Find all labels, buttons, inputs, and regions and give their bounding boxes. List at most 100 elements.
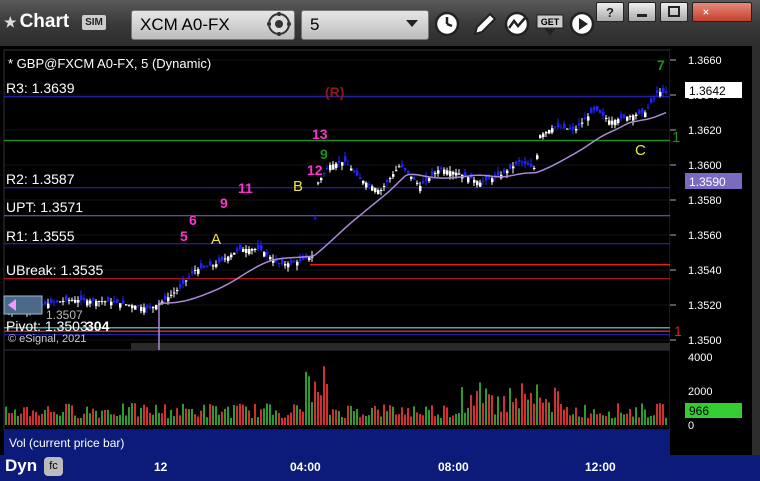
price-bar-body <box>308 257 311 261</box>
price-bar-body <box>152 306 155 309</box>
price-bar-body <box>491 178 494 183</box>
price-bar-body <box>557 123 560 128</box>
price-bar-body <box>215 264 218 267</box>
price-bar-body <box>197 269 200 274</box>
price-bar-body <box>257 244 260 249</box>
copyright-text: © eSignal, 2021 <box>8 333 87 345</box>
volume-current-tag: 966 <box>685 403 742 418</box>
price-bar-body <box>446 170 449 175</box>
price-bar-body <box>44 301 47 305</box>
price-bar-body <box>665 91 668 94</box>
minimize-icon[interactable] <box>628 2 656 22</box>
price-bar-body <box>176 289 179 291</box>
price-bar-body <box>548 130 551 134</box>
price-bar-body <box>533 168 536 170</box>
price-bar-body <box>575 128 578 131</box>
price-bar-body <box>569 127 572 130</box>
price-bar-body <box>374 188 377 192</box>
price-bar-body <box>245 249 248 253</box>
price-bar-body <box>611 120 614 125</box>
price-bar-body <box>53 301 56 303</box>
price-bar-body <box>554 126 557 128</box>
price-bar-body <box>596 106 599 111</box>
price-bar-body <box>260 245 263 250</box>
price-bar-body <box>530 163 533 167</box>
price-bar-body <box>206 266 209 268</box>
price-bar-body <box>131 305 134 309</box>
price-bar-body <box>440 167 443 169</box>
volume-label: Vol (current price bar) <box>9 436 125 450</box>
price-bar-body <box>644 112 647 118</box>
price-bar-body <box>296 261 299 266</box>
level-r1: R1: 1.3555 <box>6 228 75 244</box>
price-bar-body <box>473 179 476 183</box>
price-bar-body <box>422 181 425 184</box>
price-bar-body <box>365 182 368 188</box>
level-r2: R2: 1.3587 <box>6 171 75 187</box>
annotation-11: 11 <box>238 180 253 196</box>
price-bar-body <box>584 117 587 120</box>
title-bar: ★ Chart SIM XCM A0-FX 5 GET ? <box>0 0 760 46</box>
price-bar-body <box>185 280 188 282</box>
clock-icon[interactable] <box>432 10 462 38</box>
price-bar-body <box>209 261 212 267</box>
price-bar-body <box>401 164 404 168</box>
price-bar-body <box>593 107 596 111</box>
close-icon[interactable] <box>692 2 752 22</box>
sim-badge: SIM <box>82 15 106 30</box>
price-bar-body <box>290 260 293 263</box>
svg-text:966: 966 <box>689 404 709 418</box>
price-bar-body <box>173 292 176 294</box>
refresh-gear-icon[interactable] <box>264 10 294 38</box>
annotation-r: (R) <box>325 84 345 100</box>
price-bar-body <box>455 172 458 176</box>
chart-header: * GBP@FXCM A0-FX, 5 (Dynamic) <box>8 56 212 71</box>
price-bar-body <box>167 297 170 302</box>
price-bar-body <box>527 163 530 166</box>
price-bar-body <box>647 106 650 108</box>
price-bar-body <box>509 163 512 169</box>
price-bar-body <box>146 305 149 308</box>
annotation-red-1: 1 <box>674 323 682 339</box>
annotation-304: 304 <box>86 318 110 334</box>
price-bar-body <box>170 294 173 296</box>
bottom-toolbar: Dyn fc <box>0 455 760 481</box>
volume-tick-label: 0 <box>688 420 694 432</box>
price-bar-body <box>50 299 53 304</box>
annotation-green-1: 1 <box>672 129 681 146</box>
get-label: GET <box>541 17 560 27</box>
play-icon[interactable] <box>567 10 597 38</box>
dynamic-toggle[interactable]: Dyn <box>5 456 37 476</box>
price-bar-body <box>326 167 329 170</box>
annotation-12: 12 <box>307 162 323 178</box>
price-bar-body <box>104 301 107 303</box>
maximize-icon[interactable] <box>660 2 688 22</box>
price-bar-body <box>512 166 515 169</box>
price-chart[interactable]: 1.36601.36401.36201.36001.35801.35601.35… <box>0 46 760 481</box>
price-bar-body <box>80 295 83 301</box>
price-bar-body <box>605 117 608 119</box>
price-bar-body <box>263 252 266 257</box>
price-bar-body <box>119 303 122 308</box>
fc-icon[interactable]: fc <box>44 457 63 476</box>
interval-select[interactable]: 5 <box>301 10 429 40</box>
pencil-icon[interactable] <box>469 10 499 38</box>
price-bar-body <box>239 244 242 249</box>
price-bar-body <box>383 186 386 187</box>
price-bar-body <box>662 88 665 93</box>
price-bar-body <box>203 265 206 268</box>
get-icon[interactable]: GET <box>535 10 565 38</box>
price-bar-body <box>233 252 236 255</box>
price-bar-body <box>65 295 68 301</box>
chevron-down-icon[interactable] <box>406 20 418 27</box>
help-icon[interactable]: ? <box>596 2 624 22</box>
price-bar-body <box>467 177 470 183</box>
annotation-green-7: 7 <box>657 57 665 73</box>
price-bar-body <box>587 116 590 121</box>
price-tick-label: 1.3580 <box>688 195 722 207</box>
time-tick: 04:00 <box>290 460 321 474</box>
price-bar-body <box>356 170 359 176</box>
annotation-6: 6 <box>189 212 197 228</box>
studies-icon[interactable] <box>502 10 532 38</box>
price-bar-body <box>101 301 104 303</box>
